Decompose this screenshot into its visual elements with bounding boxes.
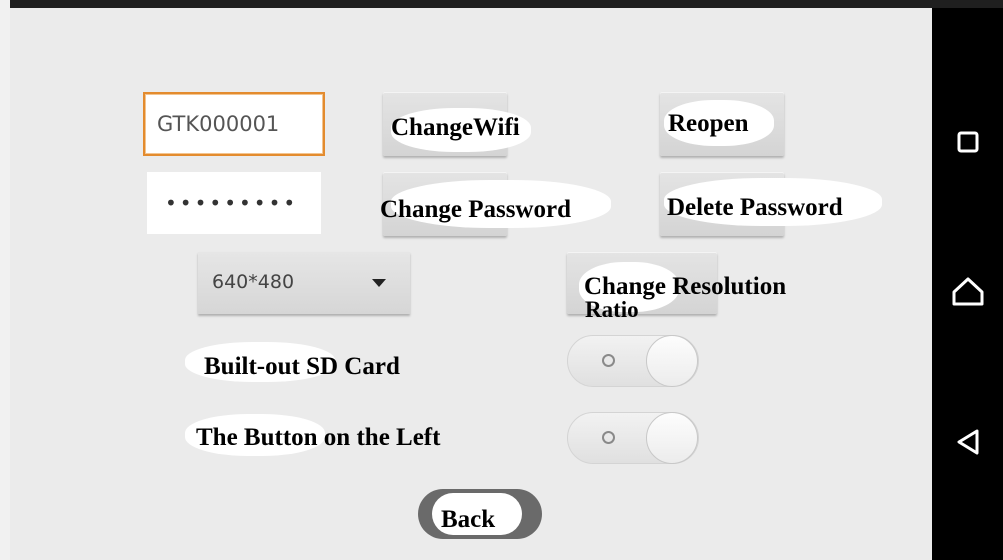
recent-apps-icon[interactable] — [932, 112, 1003, 172]
password-value: ••••••••• — [165, 191, 299, 215]
button-left-label: The Button on the Left — [196, 424, 441, 451]
back-label: Back — [441, 506, 496, 533]
sd-card-switch[interactable] — [567, 335, 699, 387]
change-password-label: Change Password — [380, 196, 571, 223]
ssid-input[interactable]: GTK000001 — [143, 92, 325, 156]
password-input[interactable]: ••••••••• — [147, 172, 321, 234]
chevron-down-icon — [372, 279, 386, 287]
switch-thumb — [646, 335, 698, 387]
navigation-bar — [932, 8, 1003, 560]
change-resolution-label: Change Resolution — [584, 273, 787, 300]
delete-password-label: Delete Password — [667, 194, 843, 221]
change-resolution-label-line2: Ratio — [585, 297, 639, 322]
home-icon[interactable] — [932, 262, 1003, 322]
reopen-label: Reopen — [668, 110, 749, 137]
settings-screen — [10, 8, 932, 560]
resolution-value: 640*480 — [212, 271, 295, 293]
status-strip — [0, 0, 1003, 8]
sd-card-label: Built-out SD Card — [204, 353, 400, 380]
switch-off-indicator — [602, 354, 615, 367]
left-edge — [0, 0, 10, 560]
button-left-switch[interactable] — [567, 412, 699, 464]
change-wifi-label: ChangeWifi — [391, 114, 520, 141]
switch-off-indicator — [602, 431, 615, 444]
ssid-value: GTK000001 — [157, 112, 280, 136]
switch-thumb — [646, 412, 698, 464]
back-icon[interactable] — [932, 412, 1003, 472]
resolution-dropdown[interactable]: 640*480 — [198, 252, 410, 314]
